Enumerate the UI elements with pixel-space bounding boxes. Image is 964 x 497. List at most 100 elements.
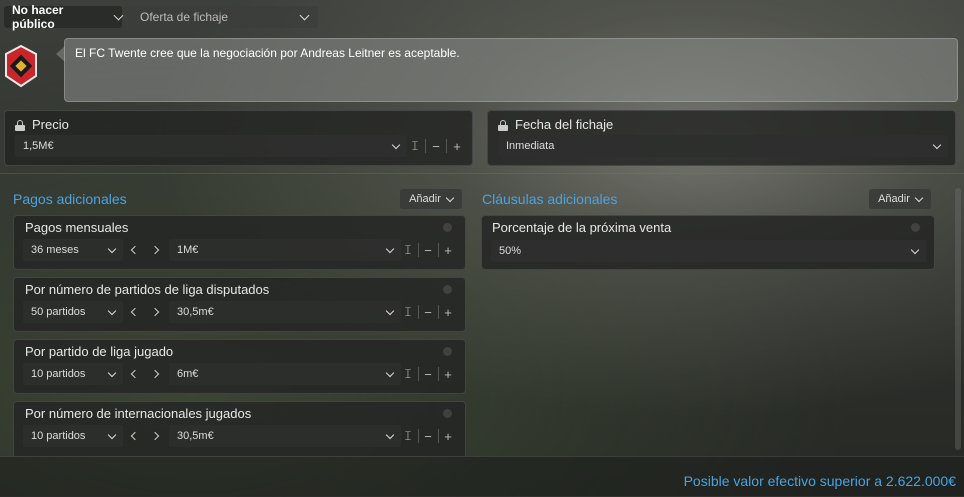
price-title: Precio: [32, 117, 69, 132]
payment-amount-value: 6m€: [177, 368, 199, 380]
scrollbar[interactable]: [955, 188, 961, 450]
chevron-down-icon: [932, 140, 942, 149]
next-button[interactable]: [147, 241, 163, 259]
lock-value-icon[interactable]: 𝙸: [408, 137, 422, 155]
add-clause-label: Añadir: [878, 193, 910, 205]
divider: [446, 139, 447, 153]
increase-button[interactable]: +: [441, 303, 455, 321]
increase-button[interactable]: +: [441, 427, 455, 445]
divider: [418, 367, 419, 381]
lock-value-icon[interactable]: 𝙸: [401, 241, 415, 259]
chevron-down-icon: [107, 244, 117, 253]
next-button[interactable]: [147, 365, 163, 383]
next-button[interactable]: [147, 427, 163, 445]
chevron-right-icon: [150, 245, 160, 255]
chevron-down-icon: [445, 193, 455, 202]
clause-item: Porcentaje de la próxima venta 50%: [481, 215, 935, 270]
chevron-right-icon: [150, 431, 160, 441]
remove-item-icon[interactable]: [443, 347, 452, 356]
payment-amount-dropdown[interactable]: 6m€: [169, 363, 401, 385]
chevron-down-icon: [299, 10, 310, 21]
clause-value-dropdown[interactable]: 50%: [491, 240, 926, 262]
visibility-dropdown[interactable]: No hacer público: [4, 3, 124, 31]
remove-item-icon[interactable]: [443, 409, 452, 418]
payment-count-value: 50 partidos: [31, 306, 86, 318]
payment-title: Pagos mensuales: [25, 220, 129, 235]
lock-value-icon[interactable]: 𝙸: [401, 303, 415, 321]
clause-title: Porcentaje de la próxima venta: [492, 220, 672, 235]
previous-button[interactable]: [127, 427, 143, 445]
chevron-down-icon: [910, 245, 920, 254]
payment-amount-dropdown[interactable]: 30,5m€: [169, 301, 401, 323]
next-button[interactable]: [147, 303, 163, 321]
increase-button[interactable]: +: [441, 365, 455, 383]
payment-amount-value: 1M€: [177, 244, 199, 256]
chevron-left-icon: [130, 307, 140, 317]
lock-value-icon[interactable]: 𝙸: [401, 427, 415, 445]
decrease-button[interactable]: −: [421, 241, 435, 259]
previous-button[interactable]: [127, 365, 143, 383]
chevron-left-icon: [130, 431, 140, 441]
negotiation-message: El FC Twente cree que la negociación por…: [64, 38, 958, 102]
increase-button[interactable]: +: [441, 241, 455, 259]
price-value: 1,5M€: [23, 140, 54, 152]
price-dropdown[interactable]: 1,5M€: [15, 135, 407, 157]
payment-item: Por número de partidos de liga disputado…: [13, 277, 466, 332]
decrease-button[interactable]: −: [421, 365, 435, 383]
payment-amount-dropdown[interactable]: 1M€: [169, 239, 401, 261]
offer-type-dropdown[interactable]: Oferta de fichaje: [128, 6, 318, 28]
clause-value: 50%: [499, 245, 522, 257]
chevron-down-icon: [385, 368, 395, 377]
price-title-row: Precio: [15, 117, 69, 132]
chevron-down-icon: [385, 306, 395, 315]
payment-count-dropdown[interactable]: 50 partidos: [23, 301, 123, 323]
payment-count-dropdown[interactable]: 36 meses: [23, 239, 123, 261]
remove-item-icon[interactable]: [911, 223, 920, 232]
lock-icon[interactable]: [498, 120, 508, 132]
transfer-date-title-row: Fecha del fichaje: [498, 117, 613, 132]
payment-title: Por número de internacionales jugados: [25, 406, 252, 421]
payment-count-dropdown[interactable]: 10 partidos: [23, 363, 123, 385]
chevron-down-icon: [107, 430, 117, 439]
message-text: El FC Twente cree que la negociación por…: [75, 46, 460, 60]
divider: [438, 429, 439, 443]
remove-item-icon[interactable]: [443, 285, 452, 294]
divider: [438, 243, 439, 257]
chevron-left-icon: [130, 369, 140, 379]
decrease-price-button[interactable]: −: [429, 137, 443, 155]
increase-price-button[interactable]: +: [450, 137, 464, 155]
lock-value-icon[interactable]: 𝙸: [401, 365, 415, 383]
add-payment-label: Añadir: [409, 193, 441, 205]
decrease-button[interactable]: −: [421, 427, 435, 445]
remove-item-icon[interactable]: [443, 223, 452, 232]
previous-button[interactable]: [127, 303, 143, 321]
transfer-date-title: Fecha del fichaje: [515, 117, 614, 132]
divider: [418, 243, 419, 257]
transfer-date-value: Inmediata: [506, 140, 555, 152]
payment-amount-value: 30,5m€: [177, 306, 214, 318]
payment-item: Por partido de liga jugado 10 partidos 6…: [13, 339, 466, 394]
visibility-label: No hacer público: [12, 3, 64, 31]
lock-icon[interactable]: [15, 120, 25, 132]
chevron-down-icon: [391, 140, 401, 149]
decrease-button[interactable]: −: [421, 303, 435, 321]
previous-button[interactable]: [127, 241, 143, 259]
payment-title: Por número de partidos de liga disputado…: [25, 282, 270, 297]
payment-count-value: 10 partidos: [31, 430, 86, 442]
transfer-date-dropdown[interactable]: Inmediata: [498, 135, 948, 157]
chevron-right-icon: [150, 369, 160, 379]
chevron-right-icon: [150, 307, 160, 317]
payment-amount-dropdown[interactable]: 30,5m€: [169, 425, 401, 447]
divider: [418, 429, 419, 443]
payment-title: Por partido de liga jugado: [25, 344, 174, 359]
chevron-down-icon: [385, 430, 395, 439]
payment-count-value: 10 partidos: [31, 368, 86, 380]
chevron-down-icon: [107, 306, 117, 315]
payment-count-dropdown[interactable]: 10 partidos: [23, 425, 123, 447]
add-clause-button[interactable]: Añadir: [869, 189, 931, 209]
transfer-date-panel: Fecha del fichaje Inmediata: [487, 110, 956, 166]
add-payment-button[interactable]: Añadir: [400, 189, 462, 209]
price-panel: Precio 1,5M€ 𝙸 − +: [4, 110, 473, 166]
chevron-down-icon: [385, 244, 395, 253]
payment-amount-value: 30,5m€: [177, 430, 214, 442]
